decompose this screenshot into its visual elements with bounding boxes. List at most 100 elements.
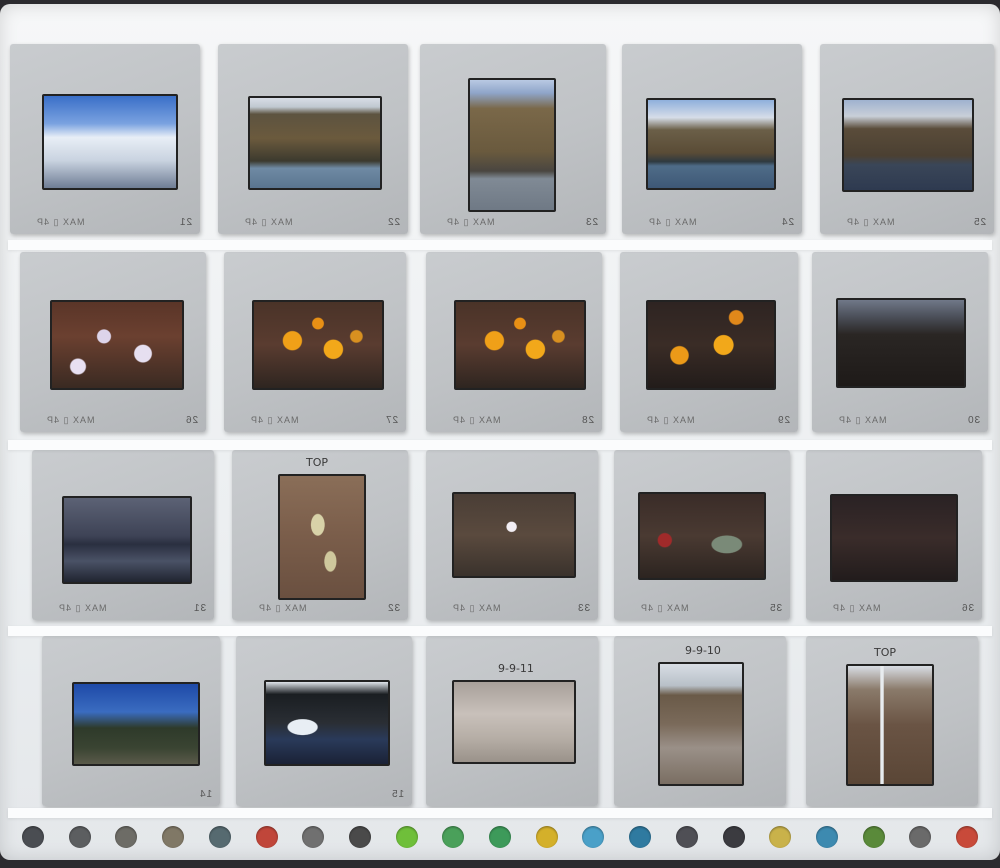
slide-brand: MAX ▯ 4P [646, 415, 695, 425]
slide-mount: 36 MAX ▯ 4P [806, 450, 982, 620]
slide-handwritten-note: TOP [874, 646, 897, 659]
slide-photo [836, 298, 966, 388]
slide-brand: MAX ▯ 4P [46, 415, 95, 425]
slide-number: 29 [776, 415, 790, 426]
slide-handwritten-note: 9-9-10 [685, 644, 721, 657]
slide-brand: MAX ▯ 4P [244, 217, 293, 227]
slide-handwritten-note: 9-9-11 [498, 662, 534, 675]
slide-photo [646, 98, 776, 190]
tray-slot-dot [629, 826, 652, 848]
slide-number: 31 [192, 603, 206, 614]
slide-brand: MAX ▯ 4P [446, 217, 495, 227]
slide-brand: MAX ▯ 4P [648, 217, 697, 227]
slide-photo [454, 300, 586, 390]
slide-brand: MAX ▯ 4P [832, 603, 881, 613]
slide-number: 21 [178, 217, 192, 228]
tray-slot-dot [769, 826, 792, 848]
slide-photo [72, 682, 200, 766]
slide-photo [452, 680, 576, 764]
slide-mount: 21 MAX ▯ 4P [10, 44, 200, 234]
slide-mount: 25 MAX ▯ 4P [820, 44, 994, 234]
slide-mount: 31 MAX ▯ 4P [32, 450, 214, 620]
slide-photo [646, 300, 776, 390]
tray-slot-dot [489, 826, 511, 848]
slide-number: 25 [972, 217, 986, 228]
slide-photo [62, 496, 192, 584]
slide-mount: 33 MAX ▯ 4P [426, 450, 598, 620]
slide-number: 30 [966, 415, 980, 426]
tray-slot-dot [255, 826, 278, 848]
slide-photo [842, 98, 974, 192]
slide-mount: 30 MAX ▯ 4P [812, 252, 988, 432]
slide-mount: 22 MAX ▯ 4P [218, 44, 408, 234]
slide-mount: 23 MAX ▯ 4P [420, 44, 606, 234]
slide-brand: MAX ▯ 4P [838, 415, 887, 425]
slide-brand: MAX ▯ 4P [640, 603, 689, 613]
slide-mount: 9-9-11 [426, 636, 598, 806]
slide-mount: 32 MAX ▯ 4P TOP [232, 450, 408, 620]
tray-slot-dot [722, 826, 745, 848]
tray-slot-dot [862, 826, 885, 848]
tray-slot-dot [208, 826, 231, 848]
slide-handwritten-note: TOP [306, 456, 329, 469]
slide-number: 24 [780, 217, 794, 228]
slide-brand: MAX ▯ 4P [258, 603, 307, 613]
slide-photo [264, 680, 390, 766]
slide-photo [248, 96, 382, 190]
slide-number: 22 [386, 217, 400, 228]
slide-number: 28 [580, 415, 594, 426]
slide-photo [658, 662, 744, 786]
slide-brand: MAX ▯ 4P [250, 415, 299, 425]
tray-slot-dot [348, 826, 371, 848]
slide-number: 14 [198, 789, 212, 800]
slide-number: 36 [960, 603, 974, 614]
slide-brand: MAX ▯ 4P [846, 217, 895, 227]
slide-number: 35 [768, 603, 782, 614]
slide-brand: MAX ▯ 4P [36, 217, 85, 227]
slide-brand: MAX ▯ 4P [452, 603, 501, 613]
tray-slot-dot [582, 826, 605, 848]
slide-number: 33 [576, 603, 590, 614]
tray-row-divider [8, 240, 992, 250]
tray-slot-dot [442, 826, 465, 848]
slide-mount: 27 MAX ▯ 4P [224, 252, 406, 432]
slide-brand: MAX ▯ 4P [58, 603, 107, 613]
slide-mount: 14 [42, 636, 220, 806]
tray-slot-dot [162, 826, 185, 848]
tray-slot-dot [22, 826, 44, 848]
tray-slot-dot [535, 826, 558, 848]
slide-photo [846, 664, 934, 786]
slide-photo [468, 78, 556, 212]
slide-photo [278, 474, 366, 600]
tray-slot-dot [395, 826, 418, 848]
tray-slot-dot [909, 826, 932, 848]
slide-mount: 9-9-10 [614, 636, 786, 806]
slide-number: 26 [184, 415, 198, 426]
tray-row-divider [8, 440, 992, 450]
slide-number: 15 [390, 789, 404, 800]
tray-slot-dot [115, 826, 138, 848]
slide-mount: 29 MAX ▯ 4P [620, 252, 798, 432]
slide-number: 27 [384, 415, 398, 426]
slide-mount: 26 MAX ▯ 4P [20, 252, 206, 432]
slide-number: 32 [386, 603, 400, 614]
tray-row-divider [8, 626, 992, 636]
bottom-strip [22, 818, 978, 856]
slide-number: 23 [584, 217, 598, 228]
slide-mount: 15 [236, 636, 412, 806]
slide-mount: TOP [806, 636, 978, 806]
slide-photo [252, 300, 384, 390]
slide-mount: 28 MAX ▯ 4P [426, 252, 602, 432]
tray-slot-dot [302, 826, 325, 848]
slide-photo [638, 492, 766, 580]
tray-slot-dot [815, 826, 838, 848]
tray-slot-dot [68, 826, 91, 848]
slide-photo [50, 300, 184, 390]
slide-brand: MAX ▯ 4P [452, 415, 501, 425]
slide-mount: 35 MAX ▯ 4P [614, 450, 790, 620]
tray-slot-dot [675, 826, 698, 848]
slide-photo [830, 494, 958, 582]
slide-photo [452, 492, 576, 578]
tray-row-divider [8, 808, 992, 818]
slide-photo [42, 94, 178, 190]
